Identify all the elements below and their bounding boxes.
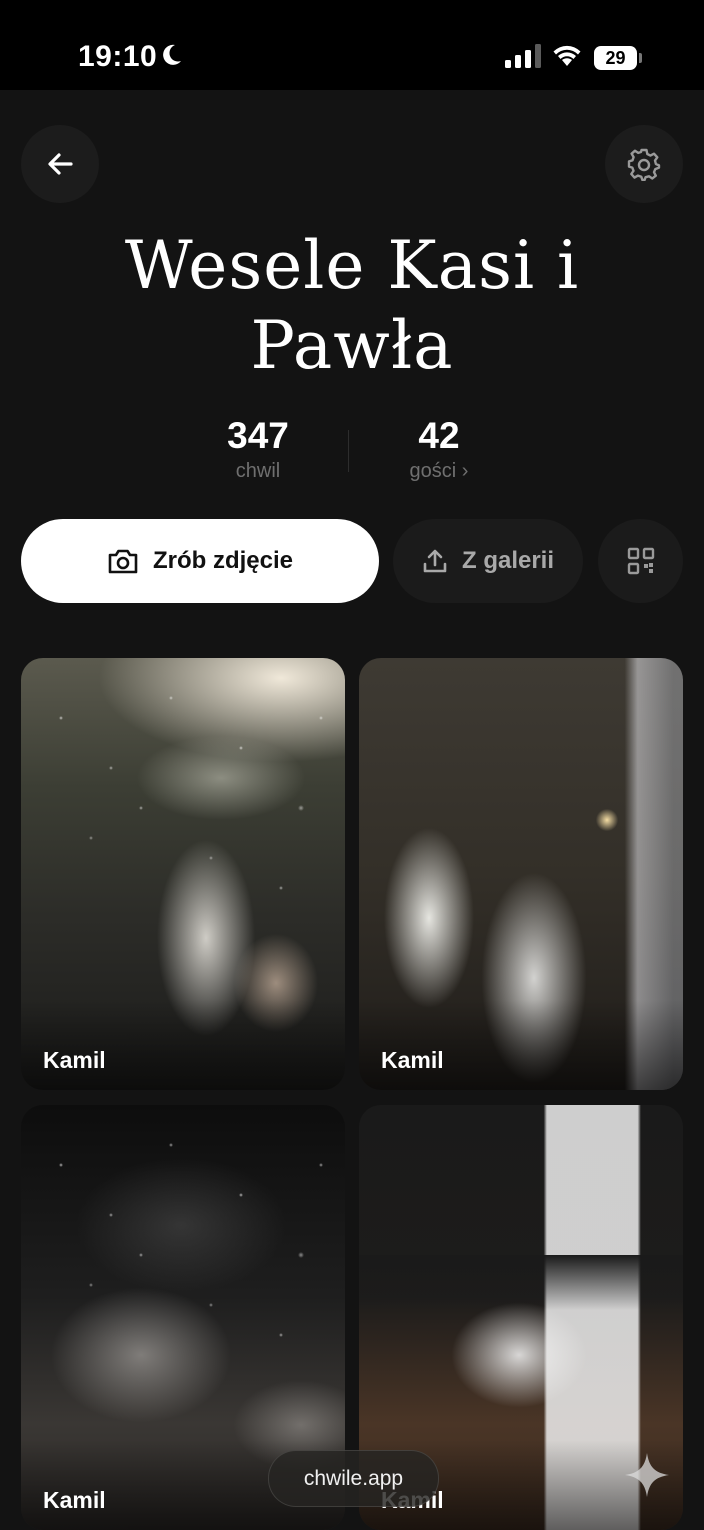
battery-tip bbox=[639, 53, 642, 63]
photo-author: Kamil bbox=[43, 1047, 106, 1073]
qr-code-icon bbox=[627, 547, 654, 575]
from-gallery-label: Z galerii bbox=[461, 547, 555, 574]
camera-icon bbox=[108, 549, 138, 574]
guests-count: 42 bbox=[418, 415, 460, 456]
guests-label: gości › bbox=[409, 460, 469, 482]
photo-author: Kamil bbox=[381, 1047, 444, 1073]
back-button[interactable] bbox=[21, 125, 99, 203]
cellular-signal-icon bbox=[505, 44, 541, 68]
status-bar: 19:10 29 bbox=[0, 0, 704, 90]
wifi-icon bbox=[553, 45, 581, 66]
photo-tile[interactable]: Kamil bbox=[21, 658, 345, 1090]
settings-button[interactable] bbox=[605, 125, 683, 203]
photo-tile[interactable]: Kamil bbox=[359, 658, 683, 1090]
moments-stat: 347 chwil bbox=[178, 416, 338, 483]
upload-icon bbox=[423, 549, 447, 573]
from-gallery-button[interactable]: Z galerii bbox=[393, 519, 583, 603]
moon-icon bbox=[163, 44, 181, 65]
photo-caption-overlay bbox=[359, 1000, 683, 1090]
battery-indicator: 29 bbox=[594, 46, 637, 70]
domain-badge[interactable]: chwile.app bbox=[268, 1450, 439, 1507]
moments-count: 347 bbox=[227, 415, 289, 456]
status-time: 19:10 bbox=[78, 40, 158, 73]
moments-label: chwil bbox=[235, 460, 281, 482]
gear-icon bbox=[627, 148, 661, 181]
sparkle-icon bbox=[625, 1453, 669, 1497]
stats-divider bbox=[348, 430, 349, 472]
take-photo-button[interactable]: Zrób zdjęcie bbox=[21, 519, 379, 603]
photo-caption-overlay bbox=[21, 1000, 345, 1090]
take-photo-label: Zrób zdjęcie bbox=[152, 547, 294, 574]
guests-stat[interactable]: 42 gości › bbox=[359, 416, 519, 483]
photo-author: Kamil bbox=[43, 1487, 106, 1513]
event-title: Wesele Kasi i Pawła bbox=[124, 227, 580, 384]
arrow-left-icon bbox=[48, 153, 73, 175]
qr-code-button[interactable] bbox=[598, 519, 683, 603]
